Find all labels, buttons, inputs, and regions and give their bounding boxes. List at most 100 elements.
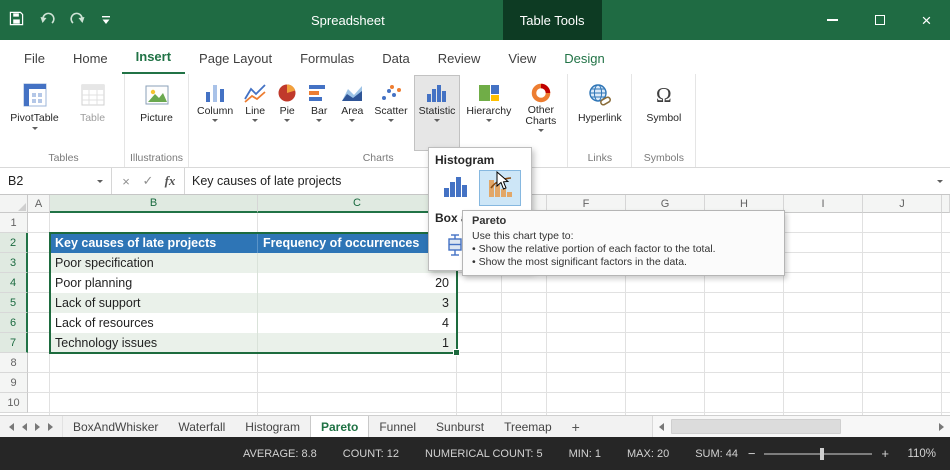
row-header-3[interactable]: 3 bbox=[0, 253, 28, 273]
minimize-button[interactable] bbox=[809, 0, 856, 40]
zoom-out-button[interactable]: − bbox=[748, 446, 756, 461]
row-header-8[interactable]: 8 bbox=[0, 353, 28, 373]
column-header-j[interactable]: J bbox=[863, 195, 942, 213]
previous-sheet-button[interactable] bbox=[22, 423, 27, 431]
scroll-left-button[interactable] bbox=[653, 416, 670, 437]
omega-icon: Ω bbox=[656, 81, 672, 109]
cell-b3[interactable]: Poor specification bbox=[50, 253, 258, 273]
pie-chart-button[interactable]: Pie bbox=[272, 75, 302, 151]
statistic-chart-button[interactable]: Statistic bbox=[414, 75, 461, 151]
zoom-level[interactable]: 110% bbox=[898, 448, 936, 460]
column-header-b[interactable]: B bbox=[50, 195, 258, 213]
row-header-1[interactable]: 1 bbox=[0, 213, 28, 233]
zoom-in-button[interactable]: + bbox=[881, 446, 889, 461]
next-sheet-button[interactable] bbox=[35, 423, 40, 431]
cell-b4[interactable]: Poor planning bbox=[50, 273, 258, 293]
scroll-right-button[interactable] bbox=[933, 416, 950, 437]
pivottable-button[interactable]: PivotTable bbox=[6, 75, 63, 151]
sheet-tab-sunburst[interactable]: Sunburst bbox=[426, 416, 494, 437]
cell-b2-table-header[interactable]: Key causes of late projects bbox=[50, 233, 258, 253]
status-stats: AVERAGE: 8.8 COUNT: 12 NUMERICAL COUNT: … bbox=[243, 448, 738, 460]
bar-chart-button[interactable]: Bar bbox=[303, 75, 335, 151]
row-header-6[interactable]: 6 bbox=[0, 313, 28, 333]
area-chart-button[interactable]: Area bbox=[336, 75, 368, 151]
cell-c7[interactable]: 1 bbox=[258, 333, 457, 353]
tab-page-layout[interactable]: Page Layout bbox=[185, 43, 286, 74]
tab-home[interactable]: Home bbox=[59, 43, 122, 74]
column-header-a[interactable]: A bbox=[28, 195, 50, 213]
cell-b7[interactable]: Technology issues bbox=[50, 333, 258, 353]
titlebar: Spreadsheet Table Tools × bbox=[0, 0, 950, 40]
row-header-9[interactable]: 9 bbox=[0, 373, 28, 393]
spreadsheet-window: Spreadsheet Table Tools × File Home Inse… bbox=[0, 0, 950, 470]
save-button[interactable] bbox=[9, 11, 24, 29]
other-charts-button[interactable]: Other Charts bbox=[517, 75, 564, 151]
scatter-chart-button[interactable]: Scatter bbox=[369, 75, 412, 151]
cell-c6[interactable]: 4 bbox=[258, 313, 457, 333]
row-header-4[interactable]: 4 bbox=[0, 273, 28, 293]
expand-formula-bar-button[interactable] bbox=[930, 168, 950, 194]
scrollbar-thumb[interactable] bbox=[671, 419, 841, 434]
sheet-tab-histogram[interactable]: Histogram bbox=[235, 416, 310, 437]
button-label: Bar bbox=[311, 105, 327, 117]
close-button[interactable]: × bbox=[903, 0, 950, 40]
zoom-slider[interactable] bbox=[764, 453, 872, 455]
maximize-button[interactable] bbox=[856, 0, 903, 40]
first-sheet-button[interactable] bbox=[9, 423, 14, 431]
row-header-5[interactable]: 5 bbox=[0, 293, 28, 313]
sheet-tab-boxandwhisker[interactable]: BoxAndWhisker bbox=[63, 416, 168, 437]
sheet-tab-funnel[interactable]: Funnel bbox=[369, 416, 426, 437]
group-label-tables: Tables bbox=[6, 151, 121, 167]
row-header-2[interactable]: 2 bbox=[0, 233, 28, 253]
cell-c4[interactable]: 20 bbox=[258, 273, 457, 293]
sheet-tab-pareto[interactable]: Pareto bbox=[310, 416, 369, 437]
group-label-symbols: Symbols bbox=[635, 151, 692, 167]
row-header-10[interactable]: 10 bbox=[0, 393, 28, 413]
hierarchy-chart-button[interactable]: Hierarchy bbox=[461, 75, 516, 151]
cell-b6[interactable]: Lack of resources bbox=[50, 313, 258, 333]
tab-file[interactable]: File bbox=[10, 43, 59, 74]
table-button[interactable]: Table bbox=[64, 75, 121, 151]
cell-b5[interactable]: Lack of support bbox=[50, 293, 258, 313]
hyperlink-button[interactable]: Hyperlink bbox=[571, 75, 628, 151]
customize-quick-access-button[interactable] bbox=[101, 13, 111, 28]
button-label: Symbol bbox=[646, 112, 681, 124]
zoom-controls: − + 110% bbox=[748, 446, 950, 461]
chevron-down-icon bbox=[284, 119, 290, 122]
tab-data[interactable]: Data bbox=[368, 43, 423, 74]
insert-function-button[interactable]: fx bbox=[159, 173, 181, 189]
column-header-i[interactable]: I bbox=[784, 195, 863, 213]
line-chart-icon bbox=[244, 82, 266, 103]
sheet-tab-bar: BoxAndWhisker Waterfall Histogram Pareto… bbox=[0, 415, 950, 437]
redo-button[interactable] bbox=[70, 12, 86, 29]
scrollbar-track[interactable] bbox=[670, 416, 933, 437]
tab-design[interactable]: Design bbox=[550, 43, 618, 74]
name-box[interactable]: B2 bbox=[0, 168, 112, 194]
undo-button[interactable] bbox=[39, 12, 55, 29]
zoom-slider-thumb[interactable] bbox=[820, 448, 824, 460]
context-tab-table-tools[interactable]: Table Tools bbox=[503, 0, 602, 40]
symbol-button[interactable]: Ω Symbol bbox=[635, 75, 692, 151]
status-bar: AVERAGE: 8.8 COUNT: 12 NUMERICAL COUNT: … bbox=[0, 437, 950, 470]
confirm-formula-button[interactable]: ✓ bbox=[137, 173, 159, 189]
sheet-tab-waterfall[interactable]: Waterfall bbox=[168, 416, 235, 437]
add-sheet-button[interactable]: + bbox=[562, 416, 590, 437]
last-sheet-button[interactable] bbox=[48, 423, 53, 431]
pareto-chart-option[interactable] bbox=[479, 170, 521, 206]
histogram-chart-option[interactable] bbox=[434, 170, 476, 206]
pivottable-icon bbox=[22, 81, 48, 109]
column-chart-button[interactable]: Column bbox=[192, 75, 238, 151]
quick-access-toolbar bbox=[0, 11, 121, 29]
row-header-7[interactable]: 7 bbox=[0, 333, 28, 353]
cancel-formula-button[interactable]: × bbox=[115, 174, 137, 189]
picture-button[interactable]: Picture bbox=[128, 75, 185, 151]
tab-review[interactable]: Review bbox=[424, 43, 495, 74]
sheet-tab-treemap[interactable]: Treemap bbox=[494, 416, 562, 437]
cell-c5[interactable]: 3 bbox=[258, 293, 457, 313]
tab-view[interactable]: View bbox=[494, 43, 550, 74]
line-chart-button[interactable]: Line bbox=[239, 75, 271, 151]
tab-insert[interactable]: Insert bbox=[122, 41, 185, 74]
select-all-corner[interactable] bbox=[0, 195, 28, 213]
tab-formulas[interactable]: Formulas bbox=[286, 43, 368, 74]
formula-input[interactable]: Key causes of late projects bbox=[185, 168, 930, 194]
